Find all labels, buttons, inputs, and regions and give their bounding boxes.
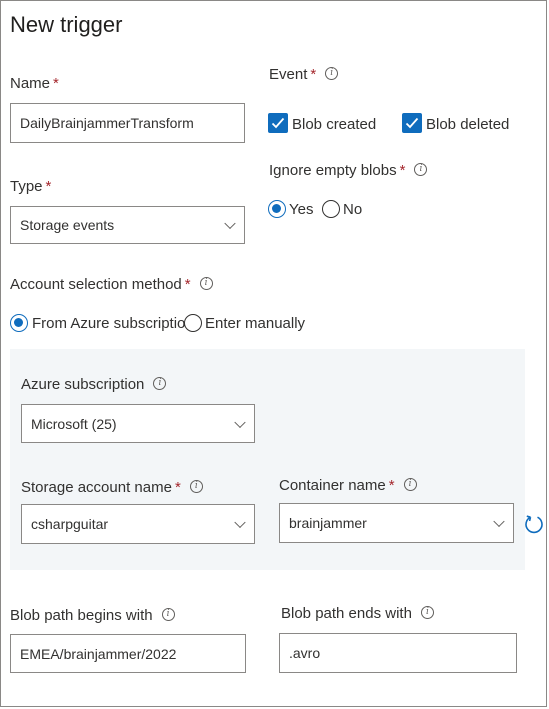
type-label: Type *: [10, 178, 51, 195]
event-label-text: Event: [269, 66, 308, 83]
event-label: Event * i: [269, 66, 339, 83]
checkmark-icon: [271, 117, 285, 129]
azure-subscription-dropdown[interactable]: Microsoft (25): [21, 404, 255, 443]
type-dropdown[interactable]: Storage events: [10, 206, 245, 244]
ignore-empty-no-label: No: [343, 201, 363, 218]
storage-account-value: csharpguitar: [31, 516, 109, 532]
blob-created-label: Blob created: [292, 116, 377, 133]
storage-account-dropdown[interactable]: csharpguitar: [21, 504, 255, 544]
required-marker: *: [388, 477, 395, 494]
azure-subscription-label-text: Azure subscription: [21, 376, 145, 393]
blob-begins-value: EMEA/brainjammer/2022: [20, 645, 177, 662]
blob-created-checkbox[interactable]: [268, 113, 288, 133]
name-input[interactable]: DailyBrainjammerTransform: [10, 103, 245, 143]
chevron-down-icon: [234, 516, 246, 529]
chevron-down-icon: [224, 217, 236, 230]
required-marker: *: [174, 479, 181, 496]
ignore-empty-label-text: Ignore empty blobs: [269, 162, 397, 179]
ignore-empty-no-radio[interactable]: [322, 200, 340, 218]
info-icon[interactable]: i: [403, 478, 417, 491]
blob-begins-label-text: Blob path begins with: [10, 607, 153, 624]
info-icon[interactable]: i: [153, 377, 167, 390]
chevron-down-icon: [493, 515, 505, 528]
container-value: brainjammer: [289, 515, 367, 531]
required-marker: *: [310, 66, 317, 83]
type-dropdown-value: Storage events: [20, 217, 115, 233]
azure-subscription-label: Azure subscription i: [21, 376, 167, 393]
container-label-text: Container name: [279, 477, 386, 494]
storage-account-label: Storage account name * i: [21, 479, 203, 496]
container-label: Container name * i: [279, 477, 417, 494]
info-icon[interactable]: i: [325, 67, 339, 80]
required-marker: *: [184, 276, 191, 293]
enter-manually-radio[interactable]: [184, 314, 202, 332]
blob-deleted-label: Blob deleted: [426, 116, 510, 133]
azure-subscription-value: Microsoft (25): [31, 415, 117, 432]
refresh-icon[interactable]: [524, 513, 544, 535]
blob-deleted-checkbox[interactable]: [402, 113, 422, 133]
blob-begins-label: Blob path begins with i: [10, 607, 175, 624]
chevron-down-icon: [234, 416, 246, 428]
name-input-value: DailyBrainjammerTransform: [20, 115, 194, 131]
account-method-label: Account selection method * i: [10, 276, 213, 293]
from-azure-subscription-radio[interactable]: [10, 314, 28, 332]
account-method-label-text: Account selection method: [10, 276, 182, 293]
info-icon[interactable]: i: [420, 606, 434, 619]
required-marker: *: [45, 178, 52, 195]
enter-manually-label: Enter manually: [205, 315, 306, 332]
blob-ends-label: Blob path ends with i: [281, 605, 434, 622]
info-icon[interactable]: i: [161, 608, 175, 621]
checkmark-icon: [405, 117, 419, 129]
ignore-empty-yes-label: Yes: [289, 201, 314, 218]
info-icon[interactable]: i: [199, 277, 213, 290]
name-label-text: Name: [10, 75, 51, 92]
info-icon[interactable]: i: [414, 163, 428, 176]
blob-ends-label-text: Blob path ends with: [281, 605, 412, 622]
storage-account-label-text: Storage account name: [21, 479, 172, 496]
ignore-empty-label: Ignore empty blobs * i: [269, 162, 428, 179]
blob-ends-input[interactable]: .avro: [279, 633, 517, 673]
dialog-title: New trigger: [10, 12, 123, 37]
required-marker: *: [399, 162, 406, 179]
info-icon[interactable]: i: [189, 480, 203, 493]
required-marker: *: [53, 75, 59, 92]
blob-begins-input[interactable]: EMEA/brainjammer/2022: [10, 634, 246, 673]
type-label-text: Type: [10, 178, 43, 195]
container-dropdown[interactable]: brainjammer: [279, 503, 514, 543]
ignore-empty-yes-radio[interactable]: [268, 200, 286, 218]
blob-ends-value: .avro: [289, 645, 321, 661]
name-label: Name *: [10, 75, 59, 92]
from-azure-subscription-label: From Azure subscription: [32, 315, 194, 332]
